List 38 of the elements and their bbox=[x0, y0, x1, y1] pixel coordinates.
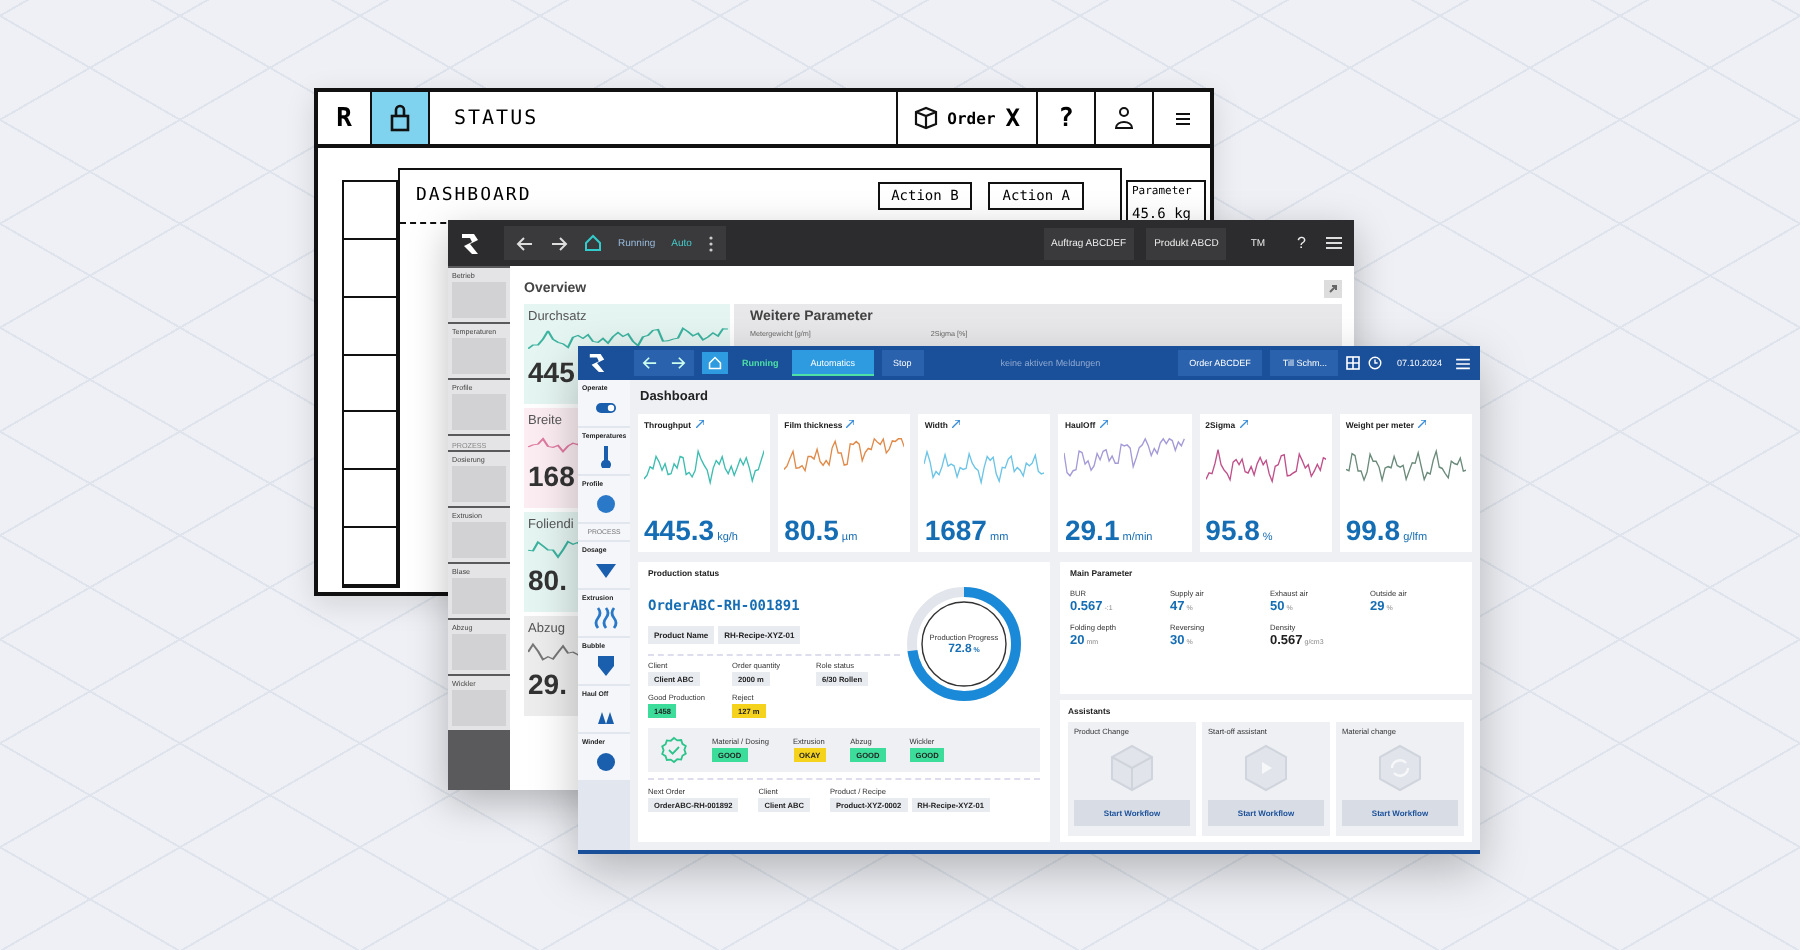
external-link-icon[interactable] bbox=[951, 420, 960, 428]
dashboard-title: DASHBOARD bbox=[416, 186, 532, 206]
external-link-icon[interactable] bbox=[846, 420, 855, 428]
menu-icon[interactable] bbox=[1173, 109, 1191, 127]
external-link-icon[interactable] bbox=[1417, 420, 1426, 428]
close-mark[interactable]: X bbox=[1005, 104, 1020, 132]
logo-icon bbox=[588, 352, 606, 374]
box-icon bbox=[913, 106, 938, 130]
metric-value: 445 bbox=[528, 356, 575, 388]
external-link-icon[interactable] bbox=[1099, 420, 1108, 428]
forward-arrow-icon[interactable] bbox=[550, 235, 568, 251]
wave-icon bbox=[593, 606, 617, 630]
help-mark[interactable]: ? bbox=[1038, 92, 1096, 144]
refresh-hexagon-icon bbox=[1378, 744, 1422, 792]
external-link-icon[interactable] bbox=[695, 420, 703, 428]
lock-icon[interactable] bbox=[372, 92, 430, 144]
box-icon bbox=[1110, 744, 1154, 792]
help-button[interactable]: ? bbox=[1289, 234, 1314, 252]
home-icon[interactable] bbox=[584, 234, 602, 252]
metric-value: 29. bbox=[528, 668, 567, 700]
verified-badge-icon bbox=[660, 736, 688, 764]
clock-icon[interactable] bbox=[1368, 356, 1383, 370]
grid-icon[interactable] bbox=[1346, 356, 1361, 370]
user-icon[interactable] bbox=[1114, 106, 1134, 130]
external-link-icon[interactable] bbox=[1239, 420, 1248, 428]
metric-value: 168 bbox=[528, 460, 575, 492]
play-hexagon-icon bbox=[1244, 744, 1288, 792]
back-arrow-icon[interactable] bbox=[516, 235, 534, 251]
status-title: STATUS bbox=[430, 92, 898, 144]
more-icon[interactable] bbox=[707, 235, 714, 251]
expand-icon[interactable] bbox=[1324, 279, 1342, 297]
home-button[interactable] bbox=[702, 352, 728, 374]
order-label: Order bbox=[947, 109, 996, 127]
logo-icon bbox=[460, 231, 480, 255]
metric-value: 80. bbox=[528, 564, 567, 596]
funnel-icon bbox=[593, 558, 617, 582]
roll-icon bbox=[593, 750, 617, 774]
shield-icon bbox=[593, 654, 617, 678]
